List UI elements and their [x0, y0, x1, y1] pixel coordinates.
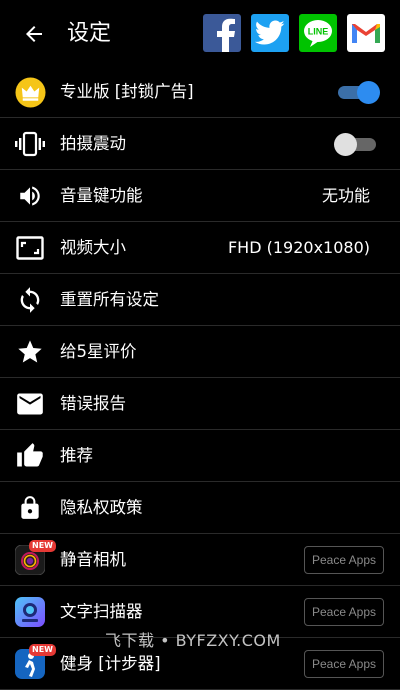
setting-label: 隐私权政策	[60, 498, 143, 517]
page-title: 设定	[67, 21, 112, 46]
pro-version-toggle[interactable]	[334, 81, 380, 104]
setting-shutter-vibration[interactable]: 拍摄震动	[0, 118, 400, 170]
twitter-icon	[255, 20, 285, 45]
star-icon	[18, 340, 42, 363]
setting-privacy-policy[interactable]: 隐私权政策	[0, 482, 400, 534]
reset-icon	[20, 287, 40, 313]
peace-apps-button[interactable]: Peace Apps	[304, 650, 384, 678]
setting-label: 错误报告	[60, 394, 126, 413]
setting-value: FHD (1920x1080)	[227, 238, 370, 257]
svg-text:LINE: LINE	[308, 27, 329, 37]
setting-reset-all[interactable]: 重置所有设定	[0, 274, 400, 326]
app-label: 静音相机	[60, 550, 126, 569]
app-promo-silent-camera[interactable]: NEW 静音相机 Peace Apps	[0, 534, 400, 586]
setting-recommend[interactable]: 推荐	[0, 430, 400, 482]
watermark-text: 飞下载 • BYFZXY.COM	[105, 631, 281, 650]
peace-apps-button[interactable]: Peace Apps	[304, 546, 384, 574]
text-scanner-app-icon	[15, 597, 45, 627]
share-line-button[interactable]: LINE	[299, 14, 337, 52]
setting-bug-report[interactable]: 错误报告	[0, 378, 400, 430]
new-badge: NEW	[29, 644, 56, 656]
share-twitter-button[interactable]	[251, 14, 289, 52]
mail-icon	[17, 393, 43, 415]
new-badge: NEW	[29, 540, 56, 552]
setting-pro-version[interactable]: 专业版 [封锁广告]	[0, 66, 400, 118]
facebook-icon	[217, 18, 235, 52]
setting-label: 拍摄震动	[60, 134, 126, 153]
setting-label: 给5星评价	[60, 342, 137, 361]
setting-label: 推荐	[60, 446, 93, 465]
arrow-back-icon	[26, 26, 42, 42]
app-bar: 设定 LINE	[0, 0, 400, 68]
setting-label: 视频大小	[60, 238, 126, 257]
setting-video-size[interactable]: 视频大小 FHD (1920x1080)	[0, 222, 400, 274]
setting-rate-5-stars[interactable]: 给5星评价	[0, 326, 400, 378]
share-gmail-button[interactable]	[347, 14, 385, 52]
setting-label: 专业版 [封锁广告]	[60, 82, 194, 101]
share-facebook-button[interactable]	[203, 14, 241, 52]
peace-apps-button[interactable]: Peace Apps	[304, 598, 384, 626]
setting-volume-key[interactable]: 音量键功能 无功能	[0, 170, 400, 222]
aspect-ratio-icon	[16, 236, 44, 260]
crown-icon	[14, 76, 46, 108]
volume-icon	[20, 186, 40, 206]
thumb-up-icon	[17, 443, 43, 467]
settings-list: 专业版 [封锁广告] 拍摄震动 音量键功能 无功能 视频大小 FHD (1920…	[0, 66, 400, 690]
setting-label: 音量键功能	[60, 186, 143, 205]
gmail-icon	[352, 24, 380, 43]
vibrate-icon	[15, 131, 45, 157]
back-button[interactable]	[18, 18, 50, 50]
vibration-toggle[interactable]	[334, 133, 380, 156]
line-icon: LINE	[304, 20, 332, 47]
setting-label: 重置所有设定	[60, 290, 159, 309]
setting-value: 无功能	[321, 186, 370, 205]
lock-icon	[21, 496, 39, 519]
